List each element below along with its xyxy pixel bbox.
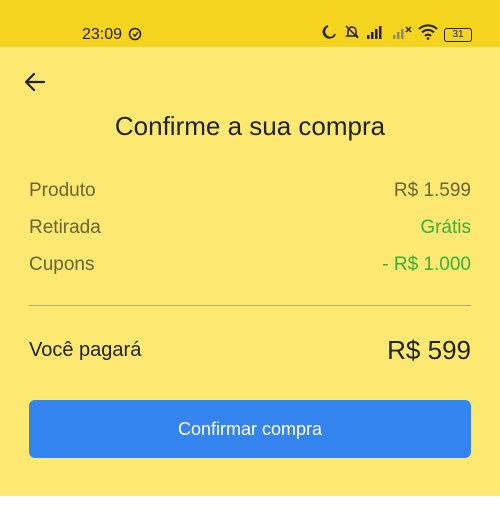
moon-icon: [322, 24, 338, 45]
hand-gesture-icon: [128, 26, 142, 47]
pickup-label: Retirada: [29, 217, 101, 238]
total-value: R$ 599: [387, 335, 471, 365]
confirm-purchase-label: Confirmar compra: [177, 418, 323, 439]
total-label: Você pagará: [29, 339, 142, 361]
coupons-label: Cupons: [29, 254, 95, 275]
total-row: Você pagará R$ 599: [29, 335, 471, 366]
status-bar: 23:09 31: [0, 0, 500, 47]
summary-row-pickup: Retirada Grátis: [29, 216, 471, 240]
coupons-value: - R$ 1.000: [382, 254, 471, 275]
page-title: Confirme a sua compra: [114, 111, 386, 141]
confirm-purchase-button[interactable]: Confirmar compra: [29, 400, 471, 458]
pickup-value: Grátis: [420, 217, 471, 238]
back-arrow-icon[interactable]: [22, 69, 48, 95]
divider: [29, 305, 471, 306]
signal-no-service-icon: [392, 25, 412, 44]
wifi-icon: [418, 24, 438, 45]
product-price: R$ 1.599: [393, 180, 471, 201]
signal-icon: [366, 25, 386, 44]
summary-row-coupons: Cupons - R$ 1.000: [29, 253, 471, 277]
status-time: 23:09: [82, 26, 123, 43]
confirm-purchase-screen: Confirme a sua compra Produto R$ 1.599 R…: [0, 47, 500, 496]
product-label: Produto: [29, 180, 96, 201]
summary-row-product: Produto R$ 1.599: [29, 179, 471, 203]
battery-icon: 31: [444, 27, 472, 42]
bell-off-icon: [344, 24, 360, 45]
battery-level: 31: [452, 28, 464, 40]
